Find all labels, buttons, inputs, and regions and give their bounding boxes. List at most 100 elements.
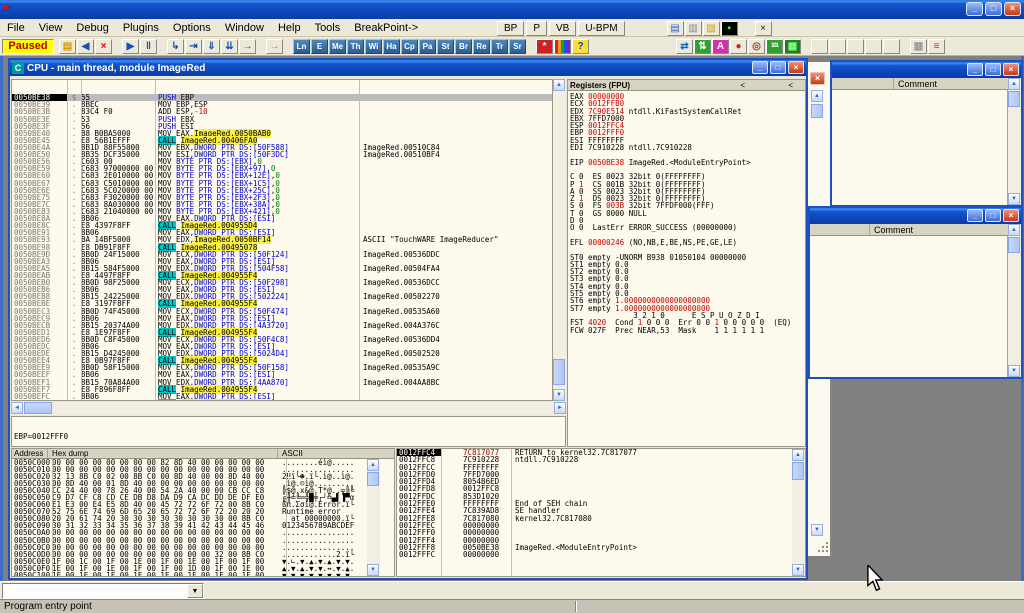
cpu-close-button[interactable]: ×: [788, 61, 804, 74]
stack-row[interactable]: 0012FFC47C817077RETURN to kernel32.7C817…: [397, 449, 805, 456]
open-small-icon[interactable]: ▨: [703, 21, 720, 36]
toolbar-button-st[interactable]: St: [437, 39, 454, 54]
run-icon[interactable]: ▶: [122, 39, 139, 54]
stack-row[interactable]: 0012FFE87C817080kernel32.7C817080: [397, 515, 805, 522]
options-icon[interactable]: *: [536, 39, 553, 54]
stack-scrollbar[interactable]: ▲ ▼: [792, 449, 805, 576]
toolbar-button-sr[interactable]: Sr: [509, 39, 526, 54]
disasm-row[interactable]: 0050BE3E.53PUSH EBX: [12, 116, 552, 123]
screen-icon[interactable]: ▦: [784, 39, 801, 54]
menu-button-u-bpm[interactable]: U-BPM: [578, 21, 624, 36]
menu-button-p[interactable]: P: [526, 21, 547, 36]
toolbar-button-wi[interactable]: Wi: [365, 39, 382, 54]
toolbar-button-br[interactable]: Br: [455, 39, 472, 54]
menu-help[interactable]: Help: [271, 20, 308, 36]
dump-scroll-up[interactable]: ▲: [367, 459, 379, 471]
winA-minimize-button[interactable]: _: [967, 63, 983, 76]
winB-minimize-button[interactable]: _: [967, 209, 983, 222]
stack-row[interactable]: 0012FFCCFFFFFFFF: [397, 464, 805, 471]
stack-row[interactable]: 0012FFDC853D1020: [397, 493, 805, 500]
registers-pane[interactable]: Registers (FPU) < < EAX 00000000ECX 0012…: [567, 79, 806, 447]
stack-row[interactable]: 0012FFD48054B6ED: [397, 478, 805, 485]
close-band-icon[interactable]: ×: [755, 21, 772, 36]
stack-scroll-up[interactable]: ▲: [792, 449, 804, 461]
menu-view[interactable]: View: [32, 20, 70, 36]
disasm-scroll-left[interactable]: ◄: [11, 402, 23, 414]
execute-till-return-icon[interactable]: →: [239, 39, 256, 54]
registers-header[interactable]: Registers (FPU) < <: [568, 80, 805, 91]
disasm-row[interactable]: 0050BEFE.E8 8597F8FFCALL ImageRed.004956…: [12, 400, 552, 401]
dump-scrollbar[interactable]: ▲ ▼: [367, 459, 380, 576]
stack-row[interactable]: 0012FFEC00000000: [397, 522, 805, 529]
notes-icon[interactable]: ▥: [685, 21, 702, 36]
restart-icon[interactable]: ◀: [77, 39, 94, 54]
open-file-icon[interactable]: ▤: [59, 39, 76, 54]
menu-breakpoint[interactable]: BreakPoint->: [347, 20, 425, 36]
toolbar-blank-button[interactable]: [847, 39, 864, 54]
strip-scroll-up[interactable]: ▲: [811, 90, 823, 102]
disassembly-vscrollbar[interactable]: ▲ ▼: [553, 79, 566, 401]
strip-scroll-down[interactable]: ▼: [811, 524, 823, 536]
winB-column-header[interactable]: Comment: [810, 224, 1008, 236]
register-line[interactable]: O 0 LastErr ERROR_SUCCESS (00000000): [568, 224, 805, 231]
toolbar-button-pa[interactable]: Pa: [419, 39, 436, 54]
stack-row[interactable]: 0012FFC87C910228ntdll.7C910228: [397, 456, 805, 463]
cpu-minimize-button[interactable]: _: [752, 61, 768, 74]
register-line[interactable]: EIP 0050BE38 ImageRed.<ModuleEntryPoint>: [568, 159, 805, 166]
menu-button-bp[interactable]: BP: [497, 21, 524, 36]
stack-pane[interactable]: 0012FFC47C817077RETURN to kernel32.7C817…: [396, 448, 806, 577]
winA-list-area[interactable]: [832, 90, 1008, 205]
stack-row[interactable]: 0012FFE47C839AD8SE handler: [397, 507, 805, 514]
toolbar-blank-button[interactable]: [865, 39, 882, 54]
close-button[interactable]: ×: [1004, 2, 1021, 16]
menu-button-vb[interactable]: VB: [549, 21, 576, 36]
step-into-icon[interactable]: ↳: [167, 39, 184, 54]
maximize-button[interactable]: □: [985, 2, 1002, 16]
winB-maximize-button[interactable]: □: [985, 209, 1001, 222]
panel-list-icon[interactable]: ≡: [928, 39, 945, 54]
toolbar-button-ha[interactable]: Ha: [383, 39, 400, 54]
stack-row[interactable]: 0012FFE0FFFFFFFFEnd of SEH chain: [397, 500, 805, 507]
dump-scroll-thumb[interactable]: [367, 472, 379, 486]
toolbar-button-tr[interactable]: Tr: [491, 39, 508, 54]
dump-scroll-down[interactable]: ▼: [367, 564, 379, 576]
cpu-window-titlebar[interactable]: C CPU - main thread, module ImageRed _ □…: [10, 60, 806, 76]
winA-scroll-up[interactable]: ▲: [1008, 78, 1020, 90]
register-line[interactable]: FCW 027F Prec NEAR,53 Mask 1 1 1 1 1 1: [568, 327, 805, 334]
menu-options[interactable]: Options: [166, 20, 218, 36]
command-input[interactable]: [3, 584, 187, 598]
animate-over-icon[interactable]: ⇊: [221, 39, 238, 54]
toolbar-button-cp[interactable]: Cp: [401, 39, 418, 54]
close-program-icon[interactable]: ×: [95, 39, 112, 54]
toolbar-button-re[interactable]: Re: [473, 39, 490, 54]
winB-list-area[interactable]: [810, 236, 1008, 377]
menu-plugins[interactable]: Plugins: [116, 20, 166, 36]
winA-column-header[interactable]: Comment: [832, 78, 1008, 90]
stack-scroll-thumb[interactable]: [792, 462, 804, 480]
winA-scrollbar[interactable]: ▲ ▼: [1008, 78, 1021, 205]
disasm-scroll-down[interactable]: ▼: [553, 389, 565, 401]
disasm-scroll-up[interactable]: ▲: [553, 79, 565, 91]
animate-into-icon[interactable]: ⇓: [203, 39, 220, 54]
step-over-icon[interactable]: ⇥: [185, 39, 202, 54]
toolbar-blank-button[interactable]: [883, 39, 900, 54]
disasm-scroll-thumb[interactable]: [553, 359, 565, 385]
registers-pane-marker2[interactable]: <: [788, 80, 793, 91]
console-icon[interactable]: ▪: [721, 21, 738, 36]
winA-scroll-thumb[interactable]: [1008, 91, 1020, 107]
record-icon[interactable]: ●: [730, 39, 747, 54]
winA-close-button[interactable]: ×: [1003, 63, 1019, 76]
comment-window-bottom-titlebar[interactable]: _ □ ×: [810, 208, 1021, 224]
command-combobox[interactable]: ▼: [2, 583, 204, 599]
stack-row[interactable]: 0012FFF80050BE38ImageRed.<ModuleEntryPoi…: [397, 544, 805, 551]
combo-dropdown-button[interactable]: ▼: [187, 584, 203, 598]
toolbar-button-e[interactable]: E: [311, 39, 328, 54]
hex-dump-pane[interactable]: Address Hex dump ASCII 0050C00000 00 00 …: [11, 448, 395, 577]
comment-window-top-titlebar[interactable]: _ □ ×: [832, 62, 1021, 78]
toolbar-button-me[interactable]: Me: [329, 39, 346, 54]
log-icon[interactable]: ▤: [667, 21, 684, 36]
swap-icon[interactable]: ⇄: [676, 39, 693, 54]
register-line[interactable]: EFL 00000246 (NO,NB,E,BE,NS,PE,GE,LE): [568, 239, 805, 246]
panel-left-icon[interactable]: ▥: [910, 39, 927, 54]
register-line[interactable]: EDI 7C910228 ntdll.7C910228: [568, 144, 805, 151]
